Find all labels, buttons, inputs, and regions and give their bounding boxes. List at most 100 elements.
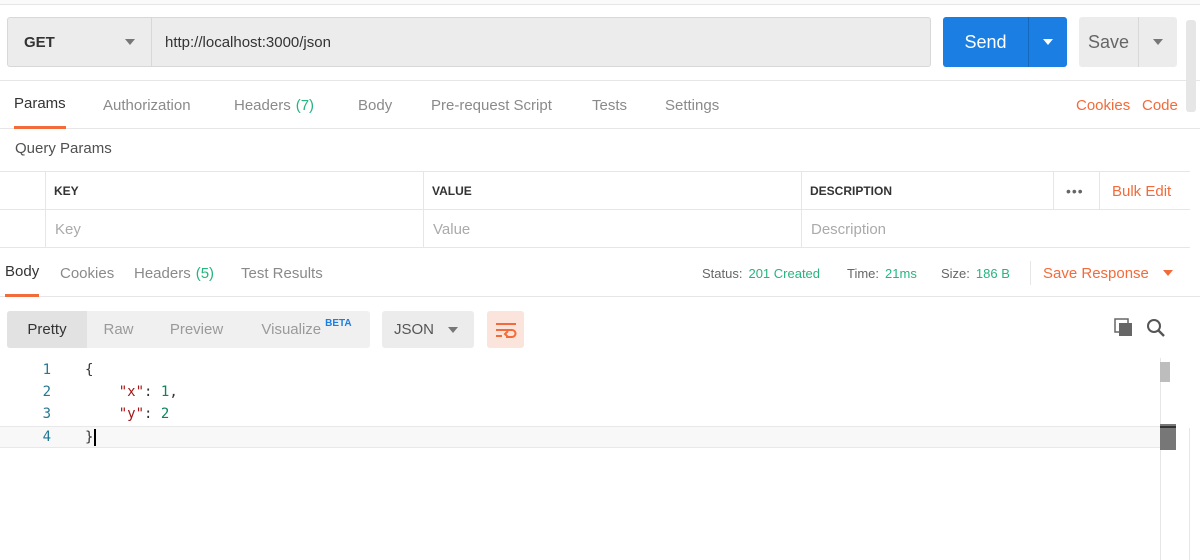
tab-label: Test Results (241, 264, 323, 282)
copy-icon[interactable] (1114, 318, 1134, 338)
tab-label: Body (358, 96, 393, 114)
cookies-link[interactable]: Cookies (1076, 81, 1130, 129)
tab-settings[interactable]: Settings (665, 81, 719, 129)
method-select[interactable]: GET (8, 18, 152, 66)
status-readout: Status: 201 Created (702, 249, 820, 297)
chevron-down-icon (1153, 39, 1163, 45)
request-bar: GET http://localhost:3000/json (7, 17, 931, 67)
send-button[interactable]: Send (943, 17, 1029, 67)
time-label: Time: (847, 265, 880, 281)
tab-label: Body (5, 263, 40, 280)
response-body-editor[interactable]: 1 { 2 "x": 1, 3 "y": 2 4 } (0, 358, 1200, 560)
tab-label: Tests (592, 96, 628, 114)
json-value: 1 (160, 384, 170, 400)
table-header-row: KEY VALUE DESCRIPTION ••• Bulk Edit (0, 172, 1190, 210)
method-label: GET (24, 33, 55, 51)
tab-test-results[interactable]: Test Results (241, 249, 323, 297)
more-options-icon[interactable]: ••• (1066, 172, 1084, 210)
save-response-button[interactable]: Save Response (1043, 249, 1173, 297)
key-input[interactable]: Key (45, 210, 423, 248)
size-label: Size: (941, 265, 970, 281)
editor-scrollbar-track[interactable] (1160, 358, 1161, 560)
save-button[interactable]: Save (1079, 17, 1139, 67)
view-mode-toggle: Pretty Raw Preview Visualize BETA (7, 311, 370, 348)
tab-label: Headers (134, 264, 191, 282)
line-number: 3 (42, 406, 51, 422)
code-line: 4 } (0, 426, 1160, 448)
status-label: Status: (702, 265, 743, 281)
description-input[interactable]: Description (801, 210, 1190, 248)
tab-headers[interactable]: Headers (7) (234, 81, 314, 129)
view-pretty[interactable]: Pretty (7, 311, 87, 348)
chevron-down-icon (125, 39, 135, 45)
tab-response-body[interactable]: Body (5, 249, 40, 297)
tab-tests[interactable]: Tests (592, 81, 627, 129)
column-header-description: DESCRIPTION (801, 172, 1053, 210)
tab-label: Params (14, 95, 66, 112)
code-line: 3 "y": 2 (0, 403, 1160, 425)
column-header-key: KEY (45, 172, 423, 210)
wrap-lines-button[interactable] (487, 311, 524, 348)
tab-pre-request-script[interactable]: Pre-request Script (431, 81, 552, 129)
send-button-group: Send (943, 17, 1067, 67)
tab-label: Pre-request Script (431, 96, 552, 114)
wrap-lines-icon (495, 322, 516, 338)
json-value: 2 (160, 406, 170, 422)
line-number: 2 (42, 384, 51, 400)
line-number: 4 (42, 429, 51, 445)
tab-label: Settings (665, 96, 720, 114)
send-options-button[interactable] (1029, 17, 1067, 67)
code-text: "x": 1, (118, 384, 178, 400)
view-raw[interactable]: Raw (87, 311, 150, 348)
time-value: 21ms (885, 265, 917, 281)
closing-brace: } (85, 429, 94, 445)
chevron-down-icon (448, 326, 458, 333)
tab-response-cookies[interactable]: Cookies (60, 249, 114, 297)
save-response-label: Save Response (1043, 264, 1149, 282)
tab-label: Authorization (103, 96, 191, 114)
query-params-table: KEY VALUE DESCRIPTION ••• Bulk Edit Key … (0, 171, 1190, 248)
overview-ruler-cursor (1160, 426, 1176, 428)
code-line: 1 { (0, 359, 1160, 381)
column-header-value: VALUE (423, 172, 801, 210)
view-visualize[interactable]: Visualize BETA (243, 311, 370, 348)
view-preview[interactable]: Preview (150, 311, 243, 348)
beta-badge: BETA (325, 318, 352, 329)
chevron-down-icon (1162, 270, 1173, 276)
time-readout: Time: 21ms (847, 249, 917, 297)
line-number: 1 (42, 362, 51, 378)
table-row: Key Value Description (0, 210, 1190, 248)
visualize-label: Visualize (261, 321, 322, 338)
headers-count-badge: (7) (295, 96, 315, 114)
text-cursor (94, 428, 97, 446)
json-key: "y" (118, 406, 145, 422)
code-text: { (85, 362, 94, 378)
code-link[interactable]: Code (1142, 81, 1178, 129)
window-top-edge (0, 0, 1200, 5)
chevron-down-icon (1043, 39, 1053, 45)
size-readout: Size: 186 B (941, 249, 1010, 297)
json-key: "x" (118, 384, 145, 400)
editor-scrollbar-thumb[interactable] (1160, 362, 1170, 382)
format-label: JSON (394, 321, 435, 338)
code-line: 2 "x": 1, (0, 381, 1160, 403)
divider (1030, 261, 1031, 285)
url-input[interactable]: http://localhost:3000/json (152, 18, 930, 66)
response-tabs: Body Cookies Headers (5) Test Results Sta… (0, 249, 1200, 297)
request-tabs: Params Authorization Headers (7) Body Pre… (0, 80, 1200, 129)
tab-authorization[interactable]: Authorization (103, 81, 191, 129)
value-input[interactable]: Value (423, 210, 801, 248)
code-text: "y": 2 (118, 406, 170, 422)
save-button-group: Save (1079, 17, 1177, 67)
tab-body[interactable]: Body (358, 81, 392, 129)
bulk-edit-link[interactable]: Bulk Edit (1099, 172, 1171, 210)
search-icon[interactable] (1146, 318, 1166, 338)
divider (1189, 428, 1190, 560)
tab-params[interactable]: Params (14, 81, 66, 129)
code-text: } (85, 428, 97, 446)
headers-count-badge: (5) (195, 264, 215, 282)
format-select[interactable]: JSON (382, 311, 474, 348)
save-options-button[interactable] (1139, 17, 1177, 67)
tab-response-headers[interactable]: Headers (5) (134, 249, 214, 297)
query-params-title: Query Params (15, 140, 112, 157)
